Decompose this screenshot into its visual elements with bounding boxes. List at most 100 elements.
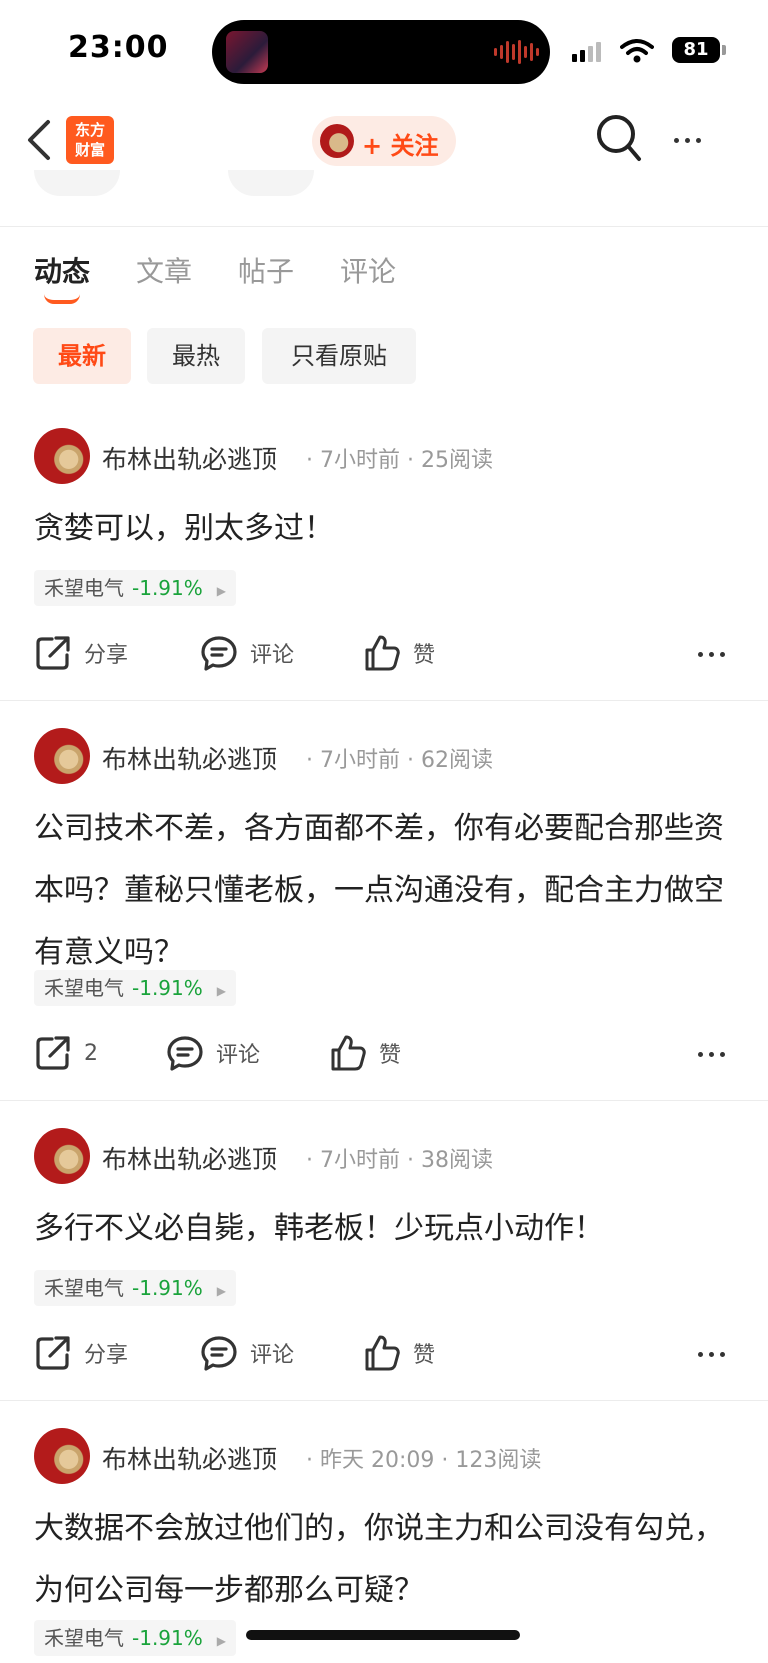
share-icon	[36, 1036, 70, 1070]
post-reads: 25阅读	[420, 448, 493, 473]
divider	[0, 226, 768, 227]
more-horizontal-icon[interactable]	[698, 652, 725, 657]
avatar[interactable]	[34, 428, 90, 484]
battery-indicator: 81	[672, 37, 720, 63]
follow-button[interactable]: + 关注	[312, 116, 456, 166]
stock-name: 禾望电气	[44, 976, 124, 1000]
comment-icon	[201, 636, 237, 671]
like-label: 赞	[379, 1043, 402, 1068]
filter-original-only[interactable]: 只看原贴	[262, 328, 416, 384]
thumbs-up-icon	[331, 1035, 366, 1071]
comment-icon	[167, 1036, 203, 1071]
hidden-stat-pill	[34, 170, 120, 196]
share-icon	[36, 1336, 70, 1370]
post-time: 昨天 20:09	[320, 1448, 435, 1473]
comment-button[interactable]: 评论	[200, 1334, 294, 1372]
share-button[interactable]: 2	[34, 1034, 98, 1072]
search-icon[interactable]	[596, 114, 642, 164]
tab-comments[interactable]: 评论	[340, 250, 396, 290]
like-button[interactable]: 赞	[363, 634, 435, 672]
more-horizontal-icon[interactable]	[674, 138, 701, 143]
more-horizontal-icon[interactable]	[698, 1352, 725, 1357]
hidden-stat-pill	[228, 170, 314, 196]
post-reads: 38阅读	[420, 1148, 493, 1173]
post-reads: 62阅读	[420, 748, 493, 773]
now-playing-artwork	[226, 31, 268, 73]
divider	[0, 700, 768, 701]
comment-label: 评论	[250, 1343, 295, 1368]
post-meta: · 7小时前 · 25阅读	[306, 448, 493, 473]
post-author[interactable]: 布林出轨必逃顶	[102, 740, 277, 776]
stock-tag[interactable]: 禾望电气 -1.91% ▶	[34, 570, 236, 606]
comment-label: 评论	[216, 1043, 261, 1068]
comment-button[interactable]: 评论	[166, 1034, 260, 1072]
wifi-icon	[620, 39, 654, 63]
divider	[0, 1400, 768, 1401]
stock-tag[interactable]: 禾望电气 -1.91% ▶	[34, 1620, 236, 1656]
caret-right-icon: ▶	[216, 1634, 226, 1648]
post-author[interactable]: 布林出轨必逃顶	[102, 440, 277, 476]
post-time: 7小时前	[320, 748, 400, 773]
user-avatar-small	[320, 124, 354, 158]
share-label: 分享	[84, 643, 129, 668]
share-label: 分享	[84, 1343, 129, 1368]
dynamic-island	[212, 20, 550, 84]
follow-button-label: + 关注	[362, 132, 439, 160]
post-reads: 123阅读	[455, 1448, 542, 1473]
share-button[interactable]: 分享	[34, 1334, 128, 1372]
like-label: 赞	[413, 1343, 436, 1368]
chevron-left-icon[interactable]	[24, 118, 54, 162]
share-icon	[36, 636, 70, 670]
post-author[interactable]: 布林出轨必逃顶	[102, 1140, 277, 1176]
app-logo-text: 东方 财富	[74, 121, 105, 159]
thumbs-up-icon	[365, 1335, 400, 1371]
filter-hottest[interactable]: 最热	[147, 328, 245, 384]
stock-change: -1.91%	[132, 1626, 203, 1650]
post-meta: · 7小时前 · 62阅读	[306, 748, 493, 773]
active-tab-indicator	[44, 294, 80, 304]
post-content[interactable]: 多行不义必自毙，韩老板！少玩点小动作！	[34, 1198, 739, 1260]
caret-right-icon: ▶	[216, 1284, 226, 1298]
stock-tag[interactable]: 禾望电气 -1.91% ▶	[34, 970, 236, 1006]
audio-waveform-icon	[494, 40, 539, 64]
post-meta: · 昨天 20:09 · 123阅读	[306, 1448, 542, 1473]
avatar[interactable]	[34, 1128, 90, 1184]
comment-label: 评论	[250, 643, 295, 668]
stock-name: 禾望电气	[44, 576, 124, 600]
comment-icon	[201, 1336, 237, 1371]
avatar[interactable]	[34, 728, 90, 784]
stock-change: -1.91%	[132, 976, 203, 1000]
post-time: 7小时前	[320, 1148, 400, 1173]
tab-articles[interactable]: 文章	[136, 250, 192, 290]
stock-name: 禾望电气	[44, 1276, 124, 1300]
post-meta: · 7小时前 · 38阅读	[306, 1148, 493, 1173]
stock-name: 禾望电气	[44, 1626, 124, 1650]
caret-right-icon: ▶	[216, 984, 226, 998]
avatar[interactable]	[34, 1428, 90, 1484]
home-indicator[interactable]	[246, 1630, 520, 1640]
more-horizontal-icon[interactable]	[698, 1052, 725, 1057]
app-logo: 东方 财富	[66, 116, 114, 164]
tab-dynamic[interactable]: 动态	[34, 250, 90, 290]
post-content[interactable]: 大数据不会放过他们的，你说主力和公司没有勾兑，为何公司每一步都那么可疑？	[34, 1498, 739, 1622]
stock-change: -1.91%	[132, 1276, 203, 1300]
stock-change: -1.91%	[132, 576, 203, 600]
caret-right-icon: ▶	[216, 584, 226, 598]
like-label: 赞	[413, 643, 436, 668]
like-button[interactable]: 赞	[329, 1034, 401, 1072]
post-author[interactable]: 布林出轨必逃顶	[102, 1440, 277, 1476]
post-content[interactable]: 公司技术不差，各方面都不差，你有必要配合那些资本吗？董秘只懂老板，一点沟通没有，…	[34, 798, 739, 984]
share-count: 2	[84, 1040, 98, 1066]
post-time: 7小时前	[320, 448, 400, 473]
stock-tag[interactable]: 禾望电气 -1.91% ▶	[34, 1270, 236, 1306]
thumbs-up-icon	[365, 635, 400, 671]
post-content[interactable]: 贪婪可以，别太多过！	[34, 498, 739, 560]
divider	[0, 1100, 768, 1101]
cellular-signal-icon	[572, 42, 601, 62]
share-button[interactable]: 分享	[34, 634, 128, 672]
comment-button[interactable]: 评论	[200, 634, 294, 672]
like-button[interactable]: 赞	[363, 1334, 435, 1372]
status-time: 23:00	[68, 30, 169, 65]
tab-posts[interactable]: 帖子	[238, 250, 294, 290]
filter-latest[interactable]: 最新	[33, 328, 131, 384]
